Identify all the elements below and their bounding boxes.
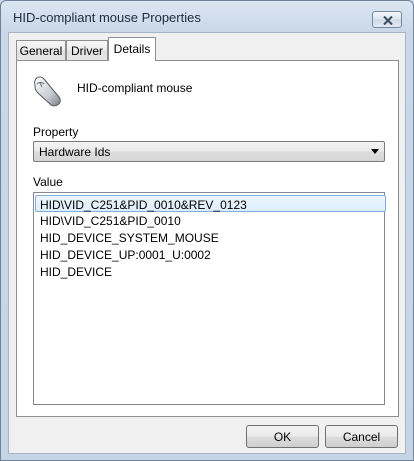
tab-driver[interactable]: Driver bbox=[66, 40, 108, 60]
value-listbox[interactable]: HID\VID_C251&PID_0010&REV_0123 HID\VID_C… bbox=[33, 192, 386, 405]
close-icon bbox=[383, 16, 393, 25]
device-name: HID-compliant mouse bbox=[77, 81, 193, 95]
property-label: Property bbox=[33, 125, 79, 139]
value-label: Value bbox=[33, 175, 63, 189]
dialog-client: General Driver Details HID-compliant mou… bbox=[8, 32, 406, 454]
property-selected-value: Hardware Ids bbox=[39, 145, 111, 159]
window-title: HID-compliant mouse Properties bbox=[13, 10, 201, 25]
property-select[interactable]: Hardware Ids bbox=[33, 141, 385, 162]
properties-window: HID-compliant mouse Properties General D… bbox=[0, 0, 414, 461]
list-item-value-0[interactable]: HID\VID_C251&PID_0010&REV_0123 bbox=[35, 195, 386, 212]
tab-general[interactable]: General bbox=[16, 40, 66, 60]
title-bar[interactable]: HID-compliant mouse Properties bbox=[1, 1, 413, 33]
ok-button[interactable]: OK bbox=[246, 425, 319, 448]
tab-details[interactable]: Details bbox=[108, 37, 156, 61]
list-item-value-3[interactable]: HID_DEVICE_UP:0001_U:0002 bbox=[36, 246, 390, 263]
list-item-value-1[interactable]: HID\VID_C251&PID_0010 bbox=[36, 212, 390, 229]
list-item-value-2[interactable]: HID_DEVICE_SYSTEM_MOUSE bbox=[36, 229, 390, 246]
details-panel: HID-compliant mouse Property Hardware Id… bbox=[16, 60, 399, 417]
mouse-icon bbox=[33, 75, 63, 112]
close-button[interactable] bbox=[372, 11, 402, 28]
list-item-value-4[interactable]: HID_DEVICE bbox=[36, 263, 390, 280]
cancel-button[interactable]: Cancel bbox=[325, 425, 398, 448]
chevron-down-icon bbox=[371, 149, 379, 154]
